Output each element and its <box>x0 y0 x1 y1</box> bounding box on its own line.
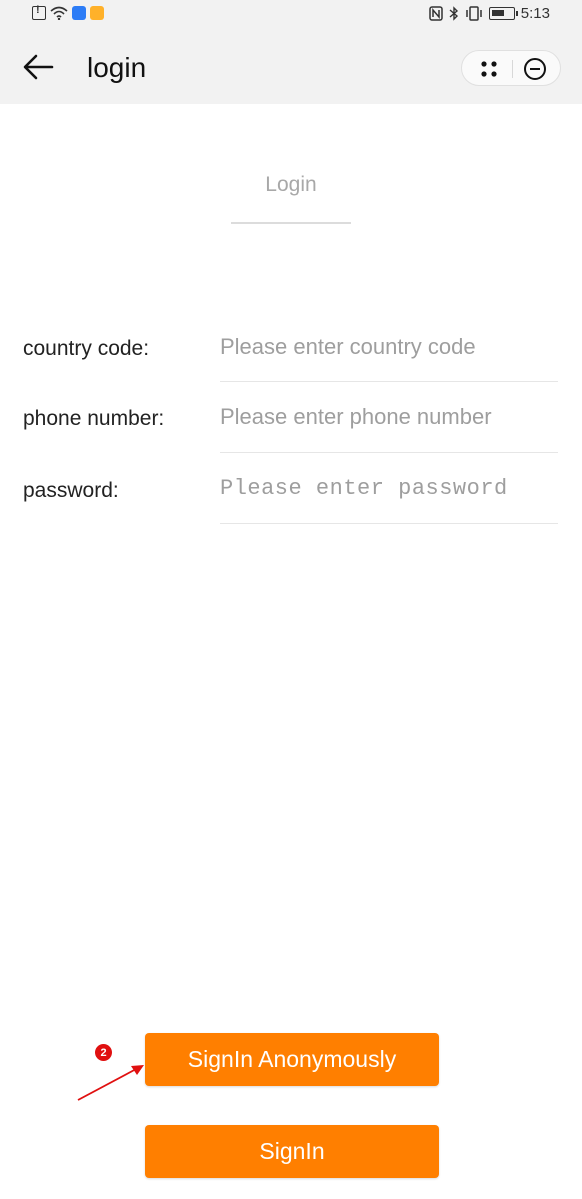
battery-icon <box>488 7 518 20</box>
country-code-label: country code: <box>23 337 150 360</box>
signin-button[interactable]: SignIn <box>145 1125 439 1178</box>
arrow-left-icon[interactable] <box>20 52 56 82</box>
phone-number-label: phone number: <box>23 407 165 430</box>
phone-number-divider <box>220 452 558 453</box>
four-dots-icon[interactable] <box>474 59 504 79</box>
phone-number-row: phone number: <box>0 385 582 455</box>
status-time: 5:13 <box>520 5 550 22</box>
password-label: password: <box>23 479 119 502</box>
app-orange-icon <box>90 6 104 20</box>
country-code-divider <box>220 381 558 382</box>
country-code-input[interactable] <box>220 325 558 369</box>
country-code-row: country code: <box>0 315 582 385</box>
mini-program-capsule <box>461 50 561 86</box>
wifi-icon <box>50 6 68 20</box>
password-input[interactable] <box>220 466 558 510</box>
tab-login-label: Login <box>265 173 317 196</box>
password-divider <box>220 523 558 524</box>
password-row: password: <box>0 456 582 526</box>
nfc-icon <box>429 6 443 21</box>
vibrate-icon <box>466 6 482 21</box>
status-bar: 5:13 <box>0 0 582 30</box>
bluetooth-icon <box>449 6 458 21</box>
status-right-icons: 5:13 <box>429 5 550 22</box>
annotation-arrow-icon <box>77 1065 144 1101</box>
annotation-badge: 2 <box>95 1044 112 1061</box>
app-blue-icon <box>72 6 86 20</box>
sim-alert-icon <box>32 4 46 20</box>
tab-underline <box>231 222 351 224</box>
minus-circle-icon[interactable] <box>522 57 548 81</box>
page-title: login <box>87 52 147 83</box>
signin-anonymously-button[interactable]: SignIn Anonymously <box>145 1033 439 1086</box>
capsule-divider <box>512 60 513 78</box>
nav-bar: login <box>0 30 582 104</box>
phone-number-input[interactable] <box>220 395 558 439</box>
tab-login[interactable]: Login <box>231 168 351 202</box>
status-left-icons <box>32 4 104 20</box>
